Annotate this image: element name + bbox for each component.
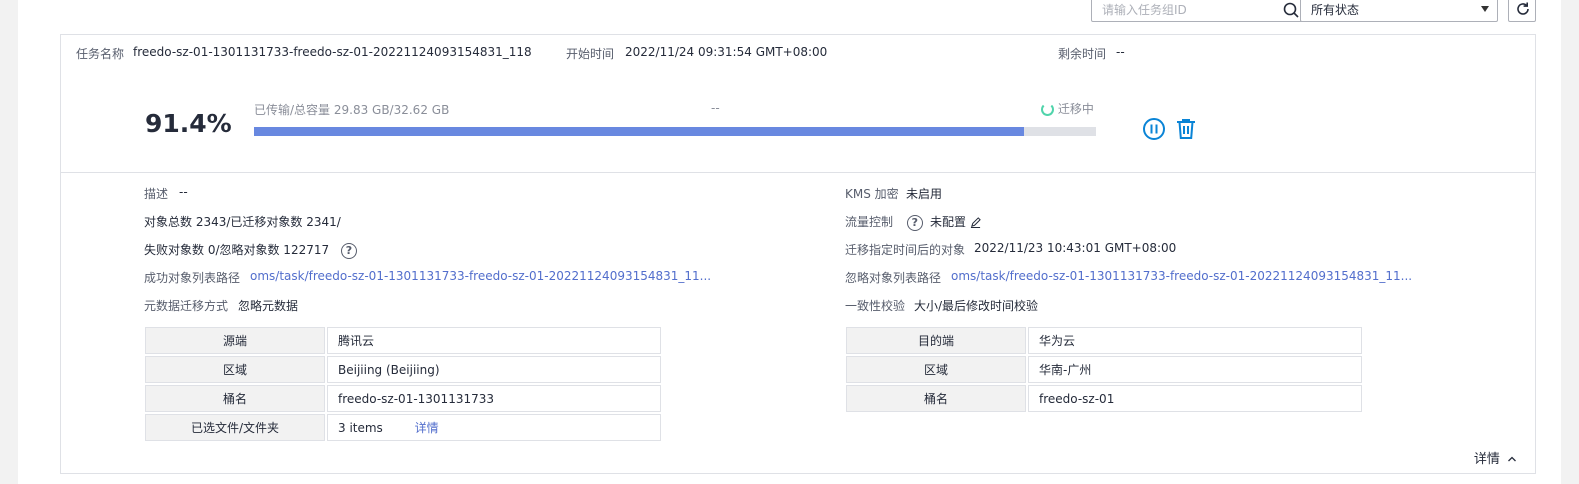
dest-end-label: 目的端 [846, 327, 1026, 354]
pause-icon[interactable] [1142, 117, 1166, 141]
trash-icon[interactable] [1174, 117, 1198, 141]
source-table: 源端 腾讯云 区域 Beijiing (Beijiing) 桶名 freedo-… [143, 325, 663, 443]
kms-value: 未启用 [906, 187, 943, 201]
destination-table: 目的端 华为云 区域 华南-广州 桶名 freedo-sz-01 [844, 325, 1364, 414]
source-end-label: 源端 [145, 327, 325, 354]
source-region-value: Beijiing (Beijiing) [327, 356, 661, 383]
metadata-label: 元数据迁移方式 [144, 299, 229, 313]
page-panel: 请输入任务组ID 所有状态 任务名称 freedo-sz-01-13011317… [18, 0, 1561, 484]
search-input[interactable]: 请输入任务组ID [1091, 0, 1307, 22]
consistency-value: 大小/最后修改时间校验 [914, 299, 1039, 313]
flow-control-text: 流量控制 [845, 215, 894, 229]
flow-control-label: 流量控制 ? [845, 213, 923, 231]
description-value: -- [179, 185, 188, 199]
consistency-label: 一致性校验 [845, 299, 906, 313]
flow-control-value: 未配置 [930, 213, 981, 230]
dest-end-value: 华为云 [1028, 327, 1362, 354]
status-select[interactable]: 所有状态 [1300, 0, 1498, 22]
migration-status: 迁移中 [1041, 100, 1094, 117]
transferred-capacity: 已传输/总容量 29.83 GB/32.62 GB [254, 103, 450, 117]
remaining-time-value: -- [1116, 45, 1125, 59]
search-icon[interactable] [1282, 1, 1300, 19]
dest-bucket-link[interactable]: freedo-sz-01 [1028, 385, 1362, 412]
table-row: 区域 Beijiing (Beijiing) [145, 356, 661, 383]
table-row: 区域 华南-广州 [846, 356, 1362, 383]
chevron-down-icon [1481, 6, 1489, 12]
details-toggle-button[interactable]: 详情 [1474, 448, 1517, 467]
success-path-label: 成功对象列表路径 [144, 271, 241, 285]
search-placeholder: 请输入任务组ID [1102, 3, 1187, 17]
source-bucket-label: 桶名 [145, 385, 325, 412]
source-files-cell: 3 items 详情 [327, 414, 661, 441]
table-row: 目的端 华为云 [846, 327, 1362, 354]
remaining-time-label: 剩余时间 [1058, 47, 1107, 61]
progress-percent: 91.4% [145, 109, 232, 138]
table-row: 源端 腾讯云 [145, 327, 661, 354]
table-row: 桶名 freedo-sz-01-1301131733 [145, 385, 661, 412]
dest-region-label: 区域 [846, 356, 1026, 383]
task-card: 任务名称 freedo-sz-01-1301131733-freedo-sz-0… [60, 34, 1536, 474]
success-path-link[interactable]: oms/task/freedo-sz-01-1301131733-freedo-… [250, 269, 711, 283]
ignore-path-label: 忽略对象列表路径 [845, 271, 942, 285]
object-count: 对象总数 2343/已迁移对象数 2341/ [144, 215, 341, 229]
refresh-icon [1517, 2, 1529, 15]
source-files-label: 已选文件/文件夹 [145, 414, 325, 441]
kms-label: KMS 加密 [845, 187, 899, 201]
help-icon[interactable]: ? [340, 242, 357, 259]
description-label: 描述 [144, 187, 169, 201]
card-divider [61, 172, 1535, 173]
source-bucket-value: freedo-sz-01-1301131733 [327, 385, 661, 412]
after-time-value: 2022/11/23 10:43:01 GMT+08:00 [974, 241, 1177, 255]
chevron-up-icon [1508, 456, 1516, 462]
files-details-link[interactable]: 详情 [415, 421, 439, 435]
start-time-value: 2022/11/24 09:31:54 GMT+08:00 [625, 45, 828, 59]
progress-bar [254, 127, 1096, 136]
source-region-label: 区域 [145, 356, 325, 383]
migration-status-text: 迁移中 [1057, 102, 1094, 116]
task-name-value: freedo-sz-01-1301131733-freedo-sz-01-202… [133, 45, 532, 59]
start-time-label: 开始时间 [566, 47, 615, 61]
progress-bar-fill [254, 127, 1024, 136]
flow-control-value-text: 未配置 [930, 215, 967, 229]
dest-region-value: 华南-广州 [1028, 356, 1362, 383]
metadata-value: 忽略元数据 [238, 299, 299, 313]
status-select-value: 所有状态 [1311, 3, 1360, 17]
source-end-value: 腾讯云 [327, 327, 661, 354]
table-row: 桶名 freedo-sz-01 [846, 385, 1362, 412]
ignore-path-link[interactable]: oms/task/freedo-sz-01-1301131733-freedo-… [951, 269, 1412, 283]
dest-bucket-label: 桶名 [846, 385, 1026, 412]
task-name-label: 任务名称 [76, 47, 125, 61]
details-toggle-label: 详情 [1473, 452, 1500, 467]
refresh-button[interactable] [1508, 0, 1536, 22]
help-icon[interactable]: ? [906, 214, 923, 231]
failed-object-count: 失败对象数 0/忽略对象数 122717 ? [144, 241, 357, 259]
source-files-value: 3 items [338, 421, 383, 435]
edit-icon[interactable] [970, 217, 981, 229]
failed-object-text: 失败对象数 0/忽略对象数 122717 [144, 243, 330, 257]
spinner-icon [1041, 103, 1054, 116]
after-time-label: 迁移指定时间后的对象 [845, 243, 966, 257]
transfer-speed: -- [711, 101, 720, 115]
table-row: 已选文件/文件夹 3 items 详情 [145, 414, 661, 441]
